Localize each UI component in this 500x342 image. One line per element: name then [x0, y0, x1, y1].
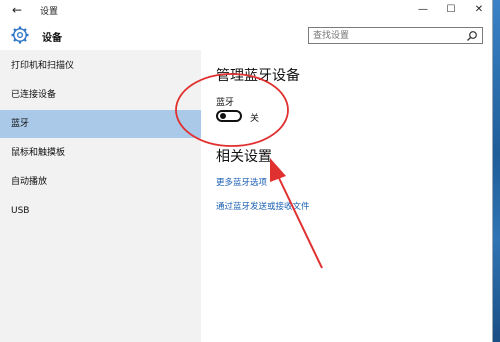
settings-window: ← 设置 — ☐ ✕ 设备 查找设置 打印机和扫描仪 已连接设备 蓝牙 鼠标和触…	[0, 0, 493, 342]
sidebar-item-autoplay[interactable]: 自动播放	[0, 168, 201, 196]
search-input[interactable]	[309, 28, 459, 43]
bluetooth-label: 蓝牙	[216, 98, 235, 108]
sidebar-item-mouse-touchpad[interactable]: 鼠标和触摸板	[0, 139, 201, 167]
sidebar-item-printers[interactable]: 打印机和扫描仪	[0, 52, 201, 80]
gear-icon	[10, 25, 30, 45]
back-button[interactable]: ←	[8, 2, 26, 18]
page-header: 设备	[0, 20, 492, 50]
page-title: 设备	[42, 33, 62, 44]
bluetooth-toggle[interactable]	[216, 110, 242, 122]
section-heading-related-settings: 相关设置	[216, 149, 272, 165]
sidebar-item-connected-devices[interactable]: 已连接设备	[0, 81, 201, 109]
title-bar: ← 设置 — ☐ ✕	[0, 0, 492, 20]
sidebar: 打印机和扫描仪 已连接设备 蓝牙 鼠标和触摸板 自动播放 USB	[0, 50, 201, 342]
toggle-knob	[220, 113, 226, 119]
maximize-button[interactable]: ☐	[438, 1, 464, 19]
minimize-button[interactable]: —	[410, 1, 436, 19]
link-more-bluetooth-options[interactable]: 更多蓝牙选项	[216, 176, 267, 188]
main-content: 管理蓝牙设备 蓝牙 关 相关设置 更多蓝牙选项 通过蓝牙发送或接收文件	[201, 50, 492, 342]
sidebar-item-usb[interactable]: USB	[0, 197, 201, 225]
link-send-receive-files[interactable]: 通过蓝牙发送或接收文件	[216, 200, 310, 212]
search-box[interactable]	[308, 27, 483, 44]
toggle-state-label: 关	[250, 114, 260, 124]
sidebar-item-bluetooth[interactable]: 蓝牙	[0, 110, 201, 138]
desktop-background-right	[493, 0, 500, 342]
search-icon[interactable]	[466, 30, 478, 42]
close-button[interactable]: ✕	[466, 1, 492, 19]
section-heading-manage-bluetooth: 管理蓝牙设备	[216, 68, 300, 84]
window-title: 设置	[40, 7, 59, 17]
